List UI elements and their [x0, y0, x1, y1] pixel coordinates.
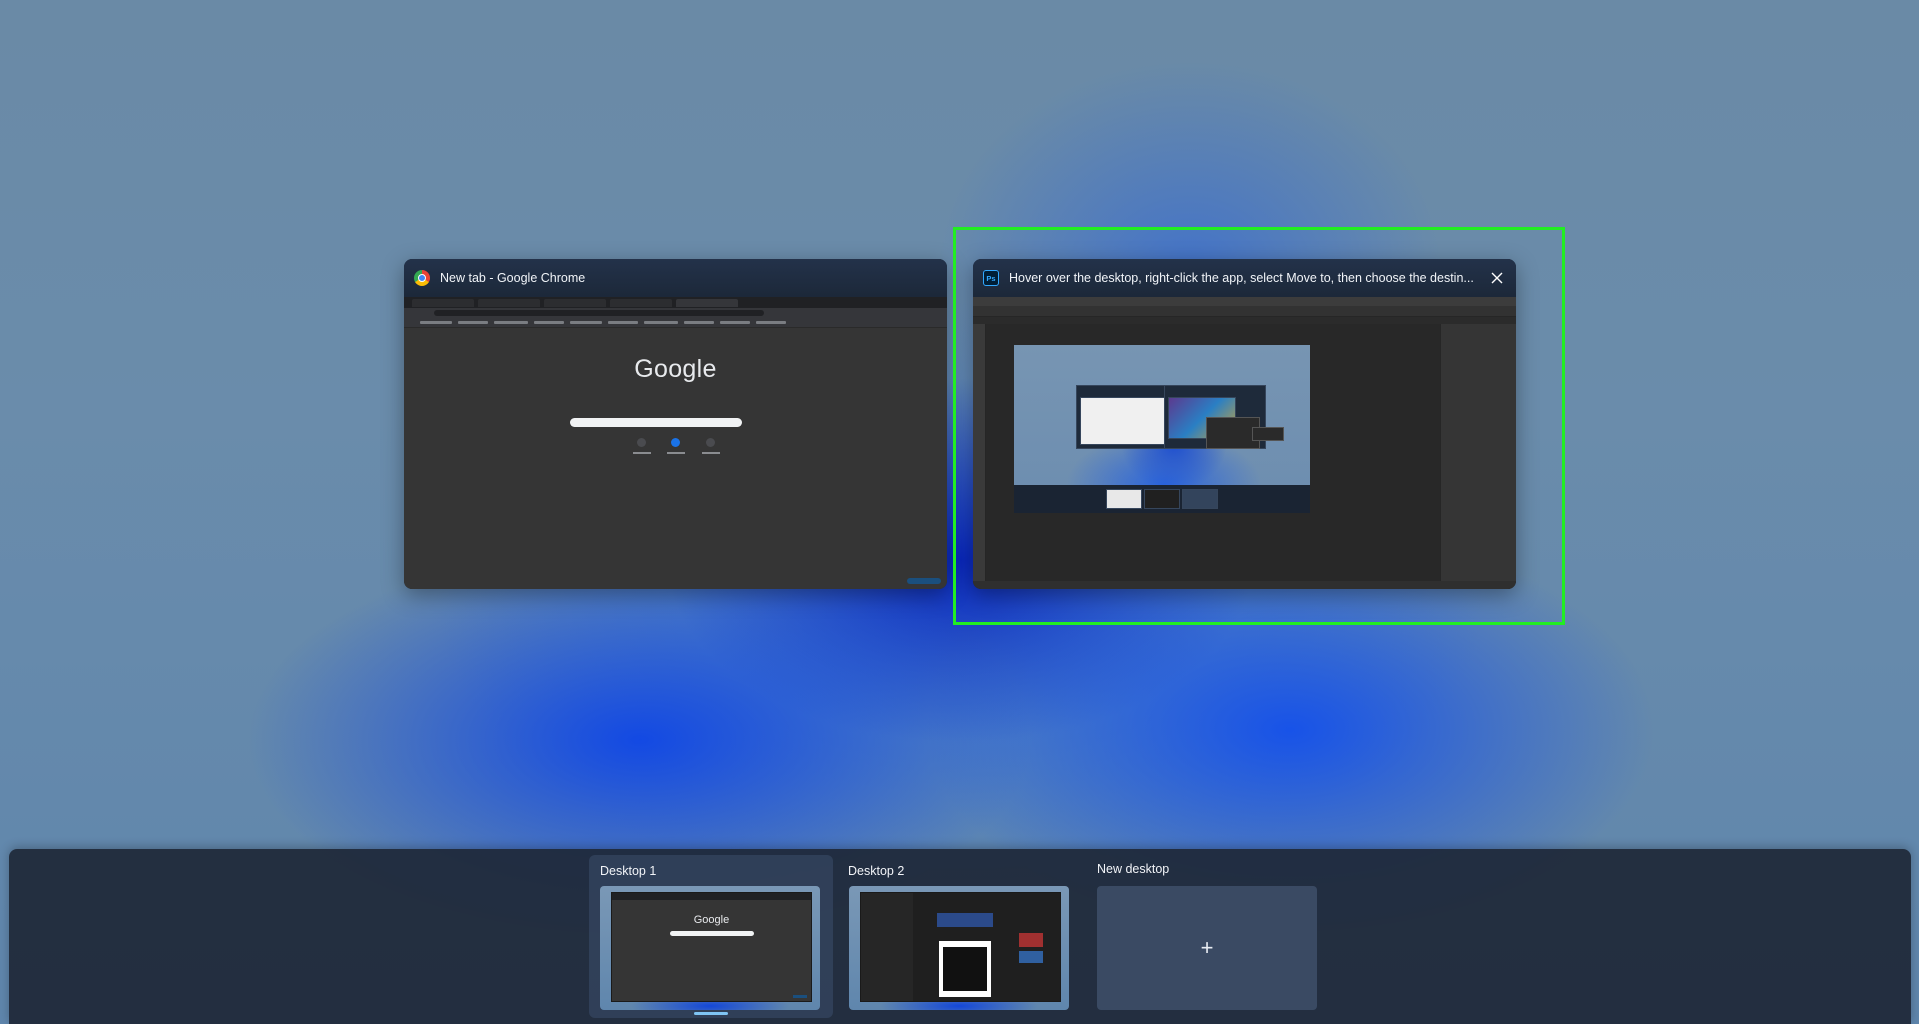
plus-icon: + [1200, 935, 1214, 960]
new-desktop-button[interactable]: + [1097, 886, 1317, 1010]
close-window-button[interactable] [1482, 263, 1512, 293]
document-tabs [973, 317, 1516, 324]
google-logo: Google [634, 355, 717, 383]
new-desktop-label: New desktop [1097, 862, 1170, 876]
customize-chrome-button [907, 578, 941, 584]
photoshop-icon: Ps [983, 270, 999, 286]
chrome-icon [414, 270, 430, 286]
close-icon [1491, 272, 1503, 284]
google-search-box [570, 418, 742, 427]
desktop-1-label: Desktop 1 [600, 864, 657, 878]
task-view-window-chrome[interactable]: New tab - Google Chrome Google [404, 259, 947, 589]
window-title: New tab - Google Chrome [440, 271, 586, 285]
desktop-2-label: Desktop 2 [848, 864, 905, 878]
document-image [1014, 345, 1310, 513]
desktop-2-thumbnail[interactable] [849, 886, 1069, 1010]
options-bar [973, 306, 1516, 317]
desktop-1-thumb-logo: Google [693, 914, 730, 926]
window-titlebar: Ps Hover over the desktop, right-click t… [973, 259, 1516, 297]
status-bar [973, 581, 1516, 589]
menu-bar [973, 297, 1516, 306]
omnibox [434, 310, 764, 316]
active-desktop-indicator [694, 1012, 728, 1015]
window-title: Hover over the desktop, right-click the … [1009, 271, 1474, 285]
window-thumbnail [973, 297, 1516, 589]
window-thumbnail: Google [404, 297, 947, 589]
task-view-window-photoshop[interactable]: Ps Hover over the desktop, right-click t… [973, 259, 1516, 589]
window-titlebar: New tab - Google Chrome [404, 259, 947, 297]
photoshop-icon-label: Ps [986, 273, 996, 283]
toolbar [973, 324, 986, 581]
layers-panel [1440, 324, 1516, 581]
desktop-1-thumbnail[interactable]: Google [600, 886, 820, 1010]
browser-tab-strip [404, 297, 947, 308]
